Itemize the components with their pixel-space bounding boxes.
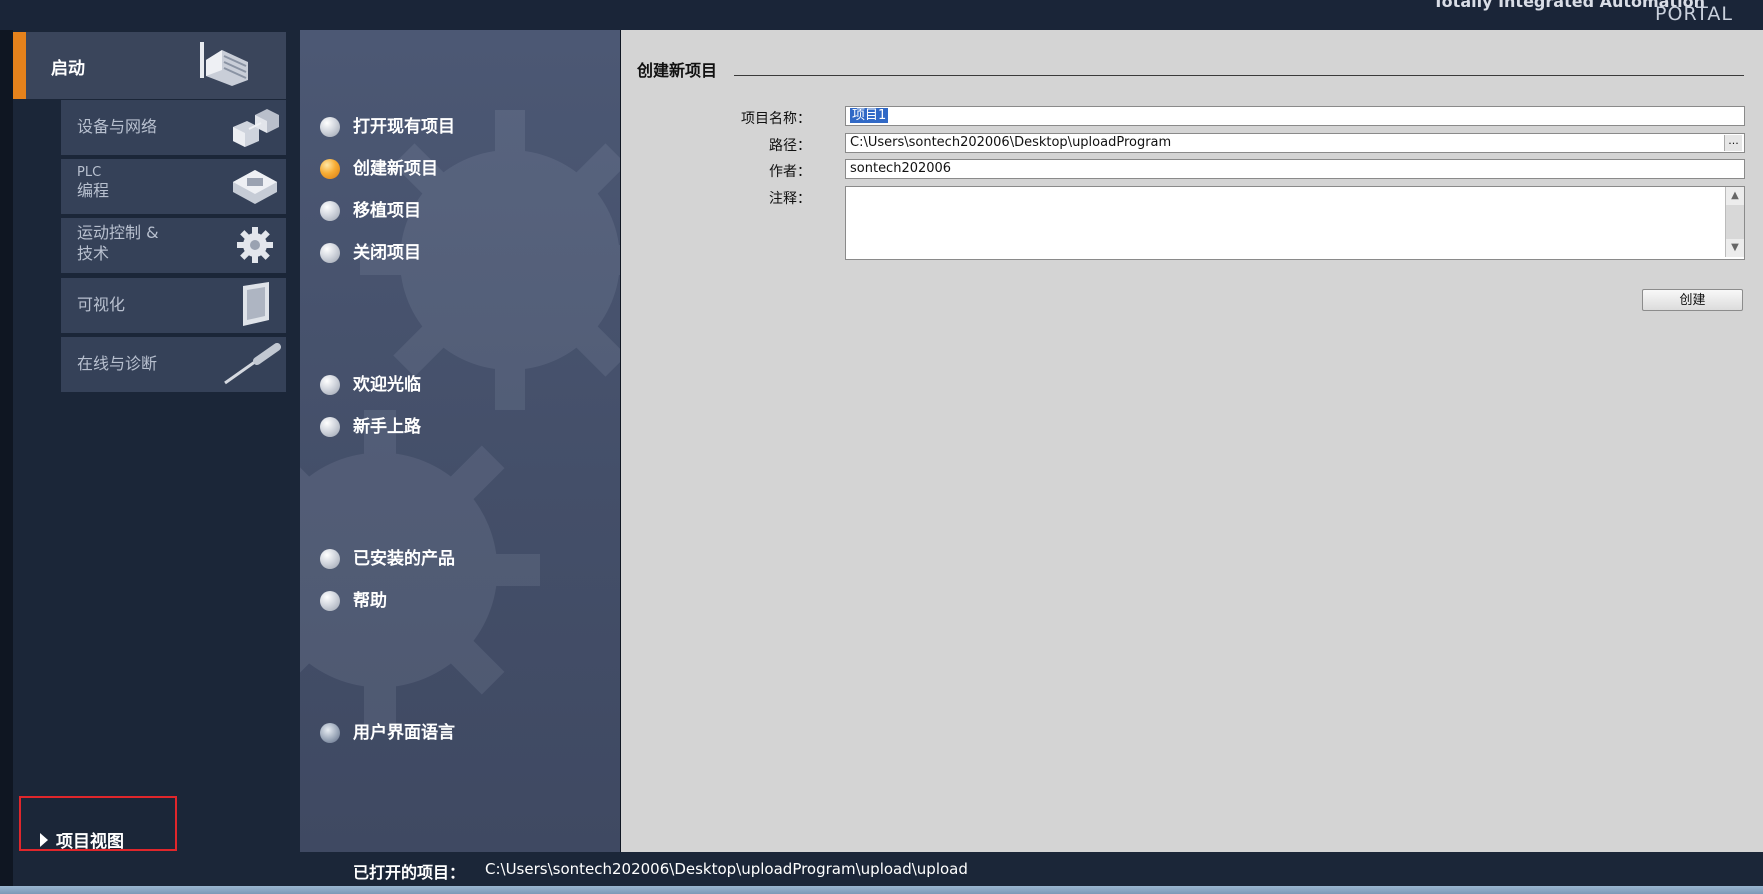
portal-nav: 启动 设备与网络 PLC 编程 运动控制 & 技术 可视化 在线与诊断 [13, 30, 300, 886]
nav-start[interactable]: 启动 [13, 32, 286, 99]
menu-label: 用户界面语言 [353, 723, 455, 743]
caret-right-icon [40, 833, 48, 847]
opened-project-label: 已打开的项目： [353, 863, 466, 882]
factory-icon [200, 42, 248, 86]
gear-icon [237, 227, 273, 263]
radio-dot-icon [320, 591, 340, 611]
plc-block-icon [233, 170, 277, 204]
radio-dot-icon [320, 549, 340, 569]
path-field[interactable]: C:\Users\sontech202006\Desktop\uploadPro… [845, 133, 1745, 153]
menu-label: 帮助 [353, 591, 387, 611]
scrollbar-track[interactable] [1725, 205, 1744, 239]
menu-label: 新手上路 [353, 417, 421, 437]
radio-dot-icon [320, 117, 340, 137]
panel-title: 创建新项目 [637, 61, 718, 80]
path-label: 路径： [769, 138, 811, 154]
menu-label: 关闭项目 [353, 243, 421, 263]
devices-icon [233, 109, 279, 147]
browse-button[interactable]: ... [1724, 135, 1742, 151]
comment-field[interactable]: ▲ ▼ [845, 186, 1745, 260]
create-button[interactable]: 创建 [1642, 289, 1743, 311]
active-accent [13, 32, 26, 99]
author-value: sontech202006 [850, 161, 952, 176]
menu-label: 打开现有项目 [353, 117, 455, 137]
tia-portal-window: Totally Integrated Automation PORTAL 启动 … [0, 0, 1763, 894]
radio-dot-icon [320, 243, 340, 263]
globe-icon [320, 723, 340, 743]
menu-label: 移植项目 [353, 201, 421, 221]
nav-plc-programming[interactable]: PLC 编程 [61, 159, 286, 214]
nav-start-label: 启动 [51, 59, 85, 79]
title-divider [734, 75, 1744, 76]
radio-dot-icon [320, 375, 340, 395]
scroll-up-arrow-icon[interactable]: ▲ [1725, 187, 1744, 205]
nav-label-line2: 技术 [77, 244, 110, 263]
project-name-label: 项目名称： [741, 111, 811, 127]
menu-label: 创建新项目 [353, 159, 438, 179]
author-label: 作者： [769, 164, 811, 180]
menu-label: 已安装的产品 [353, 549, 455, 569]
title-bar: Totally Integrated Automation PORTAL [0, 0, 1763, 30]
nav-label-line2: 编程 [77, 181, 110, 200]
screwdriver-icon [224, 343, 281, 385]
hmi-panel-icon [243, 282, 269, 326]
nav-motion-technology[interactable]: 运动控制 & 技术 [61, 218, 286, 273]
radio-dot-active-icon [320, 159, 340, 179]
nav-label: 设备与网络 [77, 117, 158, 136]
radio-dot-icon [320, 201, 340, 221]
nav-online-diagnostics[interactable]: 在线与诊断 [61, 337, 286, 392]
menu-label: 欢迎光临 [353, 375, 421, 395]
scroll-down-arrow-icon[interactable]: ▼ [1725, 239, 1744, 257]
project-view-button[interactable]: 项目视图 [56, 827, 124, 852]
nav-label: 可视化 [77, 295, 126, 314]
path-value: C:\Users\sontech202006\Desktop\uploadPro… [850, 135, 1172, 150]
project-name-field[interactable]: 项目1 [845, 106, 1745, 126]
author-field[interactable]: sontech202006 [845, 159, 1745, 179]
comment-label: 注释： [769, 191, 811, 207]
status-bar: 已打开的项目： C:\Users\sontech202006\Desktop\u… [300, 852, 1763, 886]
opened-project-path: C:\Users\sontech202006\Desktop\uploadPro… [485, 860, 968, 878]
nav-label: 在线与诊断 [77, 354, 158, 373]
nav-devices-networks[interactable]: 设备与网络 [61, 100, 286, 155]
action-menu: 打开现有项目 创建新项目 移植项目 关闭项目 欢迎光临 新手上路 已安装的产品 [300, 30, 620, 852]
create-project-panel: 创建新项目 项目名称： 项目1 路径： C:\Users\sontech2020… [621, 30, 1763, 852]
nav-label-line1: 运动控制 & [77, 223, 159, 242]
radio-dot-icon [320, 417, 340, 437]
brand-portal: PORTAL [1655, 3, 1733, 25]
os-taskbar [0, 886, 1763, 894]
nav-visualization[interactable]: 可视化 [61, 278, 286, 333]
project-name-value: 项目1 [850, 108, 889, 123]
